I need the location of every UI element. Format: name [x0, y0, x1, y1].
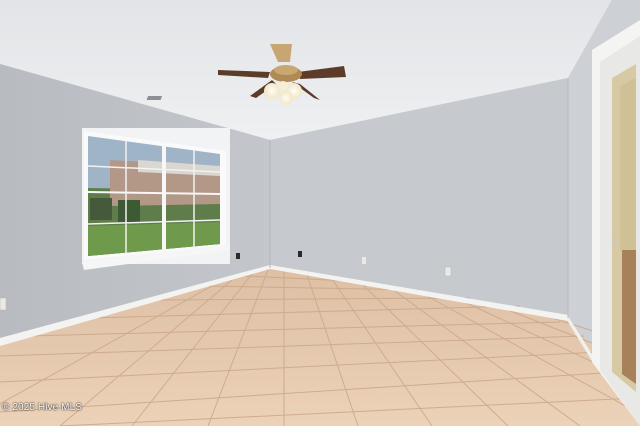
outlet	[444, 266, 452, 277]
doorway	[592, 20, 640, 426]
window	[82, 128, 230, 270]
outlet	[298, 251, 302, 257]
ceiling-vent	[146, 96, 163, 100]
watermark-text: © 2025 Hive MLS	[2, 402, 83, 413]
outlet	[0, 297, 7, 311]
outlet	[362, 257, 366, 264]
room-illustration	[0, 0, 640, 426]
room-photo: © 2025 Hive MLS	[0, 0, 640, 426]
outlet	[236, 253, 240, 259]
